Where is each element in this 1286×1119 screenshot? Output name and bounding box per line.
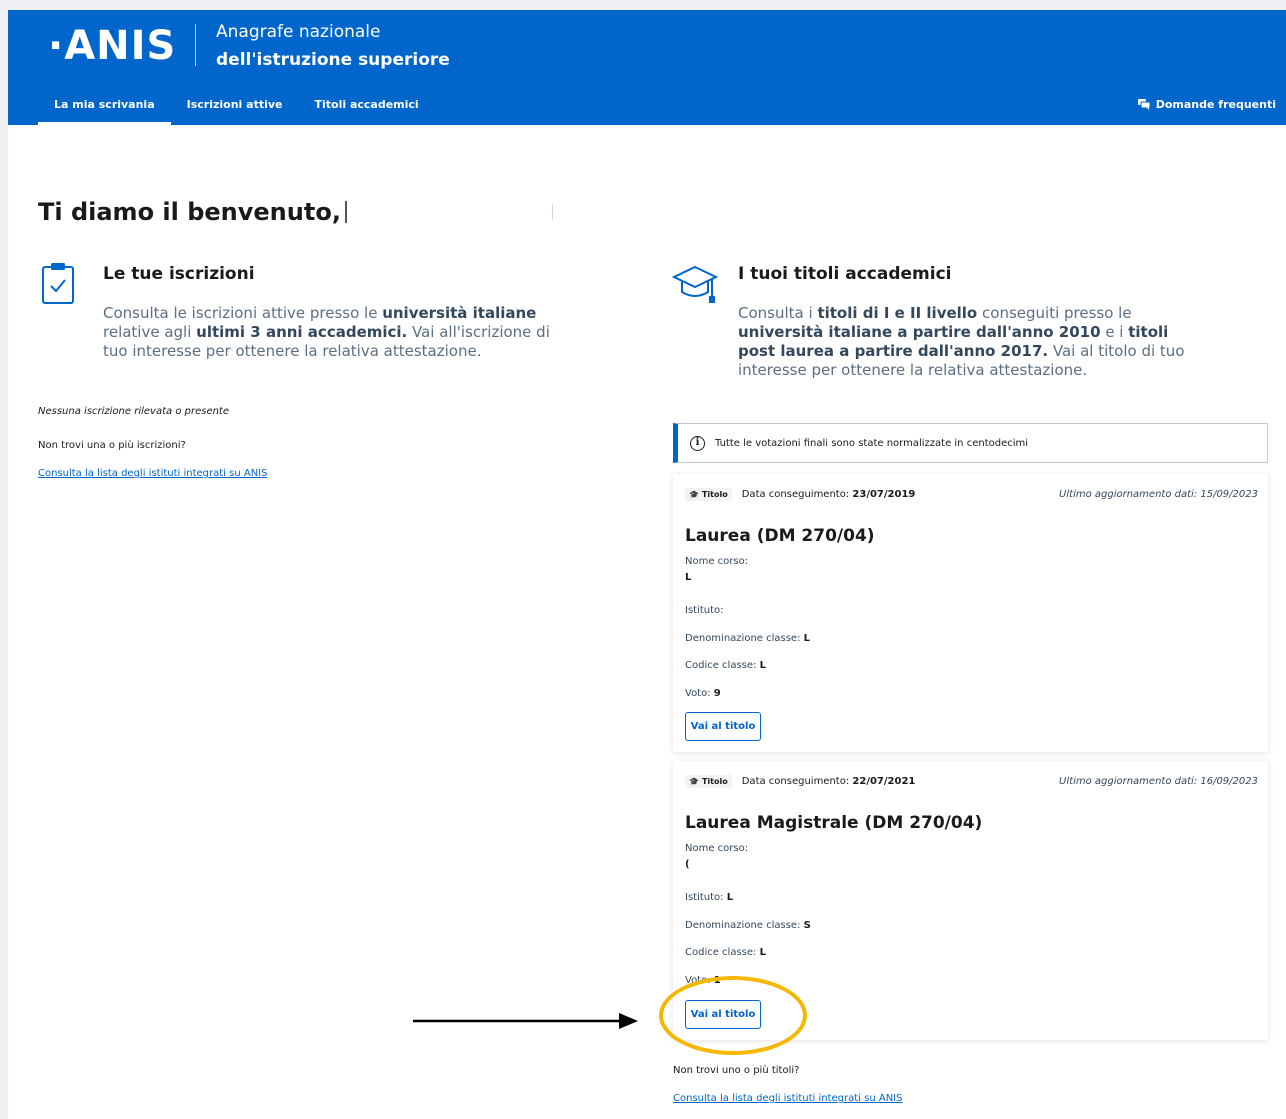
redacted-name-end (552, 204, 553, 220)
chat-bubbles-icon (1137, 99, 1150, 110)
denominazione-classe-field: Denominazione classe: S (685, 920, 811, 931)
anis-logo[interactable]: ·ANIS (48, 24, 176, 68)
card-meta-row: 🎓 Titolo Data conseguimento: 23/07/2019 U… (685, 488, 1258, 501)
clipboard-check-icon (42, 263, 74, 304)
brand-subtitle-line1: Anagrafe nazionale (216, 22, 381, 42)
iscrizioni-title: Le tue iscrizioni (103, 264, 255, 284)
logo-divider (195, 24, 196, 66)
annotation-highlight-ellipse (659, 976, 807, 1055)
site-header: ·ANIS Anagrafe nazionale dell'istruzione… (8, 10, 1286, 125)
titolo-badge: 🎓 Titolo (685, 488, 732, 501)
vai-al-titolo-button[interactable]: Vai al titolo (685, 712, 761, 741)
nome-corso-value: L (685, 572, 692, 583)
data-conseguimento: Data conseguimento: 23/07/2019 (741, 489, 916, 500)
titoli-description: Consulta i titoli di I e II livello cons… (738, 304, 1185, 379)
istituto-field: Istituto: (685, 605, 724, 616)
titoli-missing-question: Non trovi uno o più titoli? (673, 1065, 800, 1076)
annotation-arrow-icon (413, 1013, 638, 1029)
titoli-istituti-link[interactable]: Consulta la lista degli istituti integra… (673, 1093, 902, 1104)
nome-corso-value: ( (685, 859, 690, 870)
tab-la-mia-scrivania[interactable]: La mia scrivania (38, 94, 171, 125)
nome-corso-label: Nome corso: (685, 843, 749, 854)
redacted-name-cursor (344, 201, 347, 223)
card-meta-row: 🎓 Titolo Data conseguimento: 22/07/2021 U… (685, 775, 1258, 788)
faq-link[interactable]: Domande frequenti (1137, 98, 1276, 111)
titolo-badge: 🎓 Titolo (685, 775, 732, 788)
brand-subtitle-line2: dell'istruzione superiore (216, 50, 450, 70)
welcome-text: Ti diamo il benvenuto, (38, 198, 341, 226)
ultimo-aggiornamento: Ultimo aggiornamento dati: 16/09/2023 (1059, 776, 1258, 787)
card-title: Laurea Magistrale (DM 270/04) (685, 813, 983, 833)
info-alert-text: Tutte le votazioni finali sono state nor… (715, 437, 1029, 449)
istituto-field: Istituto: L (685, 892, 734, 903)
card-title: Laurea (DM 270/04) (685, 526, 875, 546)
data-conseguimento: Data conseguimento: 22/07/2021 (741, 776, 916, 787)
titolo-card-1: 🎓 Titolo Data conseguimento: 23/07/2019 U… (673, 474, 1268, 752)
graduation-cap-icon (672, 265, 718, 303)
ultimo-aggiornamento: Ultimo aggiornamento dati: 15/09/2023 (1059, 489, 1258, 500)
tab-iscrizioni-attive[interactable]: Iscrizioni attive (171, 94, 299, 125)
info-icon: i (690, 435, 705, 451)
window-border-top (0, 0, 1286, 10)
codice-classe-field: Codice classe: L (685, 947, 766, 958)
titoli-title: I tuoi titoli accademici (738, 264, 952, 284)
main-navigation: La mia scrivania Iscrizioni attive Titol… (38, 94, 435, 125)
iscrizioni-missing-question: Non trovi una o più iscrizioni? (38, 440, 186, 451)
iscrizioni-empty-message: Nessuna iscrizione rilevata o presente (38, 406, 230, 417)
voto-field: Voto: 9 (685, 688, 721, 699)
window-border-left (0, 0, 8, 1119)
iscrizioni-description: Consulta le iscrizioni attive presso le … (103, 304, 550, 360)
tab-titoli-accademici[interactable]: Titoli accademici (299, 94, 435, 125)
nome-corso-label: Nome corso: (685, 556, 749, 567)
page: ·ANIS Anagrafe nazionale dell'istruzione… (0, 0, 1286, 1119)
denominazione-classe-field: Denominazione classe: L (685, 633, 811, 644)
mortarboard-icon: 🎓 (689, 777, 699, 786)
mortarboard-icon: 🎓 (689, 490, 699, 499)
welcome-heading: Ti diamo il benvenuto, (38, 198, 347, 226)
info-alert: i Tutte le votazioni finali sono state n… (673, 423, 1268, 463)
iscrizioni-istituti-link[interactable]: Consulta la lista degli istituti integra… (38, 468, 267, 479)
faq-label: Domande frequenti (1155, 98, 1276, 111)
codice-classe-field: Codice classe: L (685, 660, 766, 671)
